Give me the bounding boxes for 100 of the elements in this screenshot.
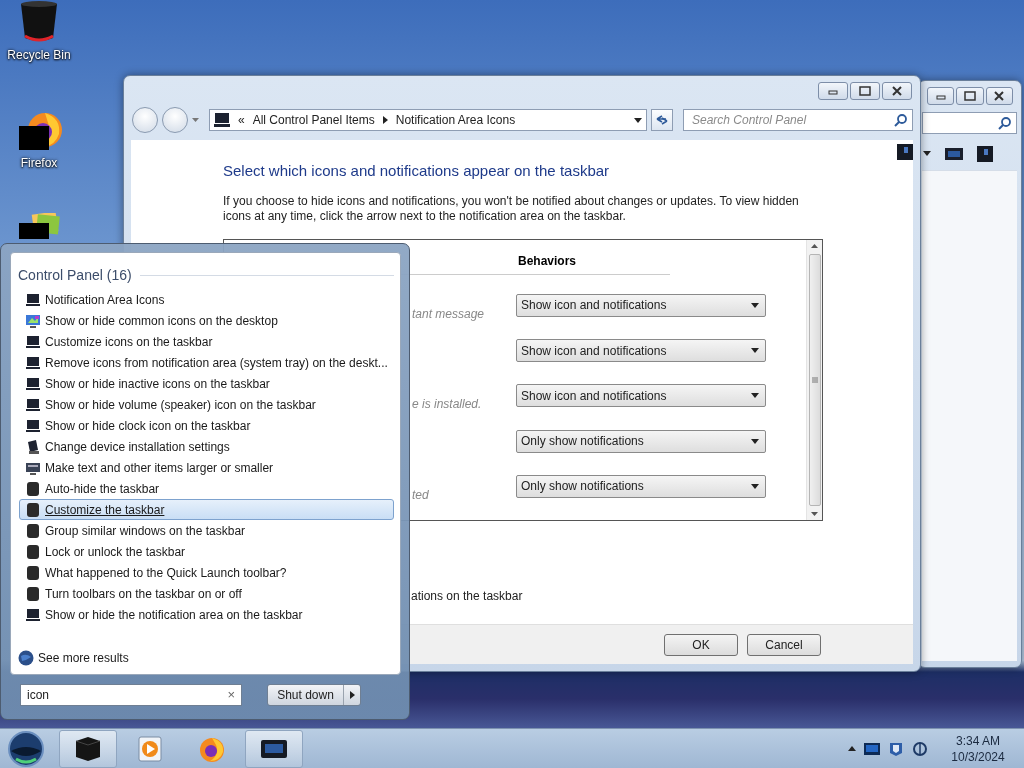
result-item[interactable]: Make text and other items larger or smaller — [19, 457, 394, 478]
result-item[interactable]: Show or hide common icons on the desktop — [19, 310, 394, 331]
desktop-icon[interactable] — [26, 313, 40, 328]
address-bar[interactable]: « All Control Panel Items Notification Area Icons — [209, 109, 647, 131]
breadcrumb[interactable]: All Control Panel Items — [252, 113, 375, 127]
link-text[interactable]: ations on the taskbar — [411, 589, 913, 603]
result-item[interactable]: Group similar windows on the taskbar — [19, 520, 394, 541]
arrow-icon — [349, 691, 355, 699]
back-button[interactable] — [132, 107, 158, 133]
maximize-button[interactable] — [956, 87, 984, 105]
icon-description: tant message — [412, 305, 486, 321]
maximize-icon[interactable] — [857, 85, 873, 97]
result-item[interactable]: Customize icons on the taskbar — [19, 331, 394, 352]
result-item[interactable]: Notification Area Icons — [19, 289, 394, 310]
maximize-icon[interactable] — [962, 90, 978, 102]
behavior-dropdown[interactable]: Show icon and notifications — [516, 384, 766, 408]
result-item[interactable]: Change device installation settings — [19, 436, 394, 457]
caret-icon[interactable] — [751, 348, 759, 354]
app-icon[interactable] — [897, 144, 913, 160]
icon-label: Recycle Bin — [7, 48, 71, 62]
behavior-dropdown[interactable]: Show icon and notifications — [516, 339, 766, 363]
monitor-icon[interactable] — [26, 292, 40, 307]
result-item[interactable]: Remove icons from notification area (system tray) on the deskt... — [19, 352, 394, 373]
close-button[interactable] — [882, 82, 912, 100]
clock-time[interactable]: 3:34 AM — [956, 732, 1000, 749]
taskbar-icon[interactable] — [26, 544, 40, 559]
result-item[interactable]: Auto-hide the taskbar — [19, 478, 394, 499]
flag-icon[interactable] — [888, 740, 904, 757]
caret-icon[interactable] — [751, 393, 759, 399]
icon-label: Firefox — [20, 156, 58, 170]
taskbar-icon[interactable] — [26, 565, 40, 580]
taskbar-icon[interactable] — [26, 502, 40, 517]
start-button[interactable] — [6, 730, 46, 767]
monitor-icon[interactable] — [26, 376, 40, 391]
result-item[interactable]: Show or hide the notification area on the taskbar — [19, 604, 394, 625]
close-icon[interactable] — [889, 85, 905, 97]
group-title: Control Panel (16) — [18, 267, 132, 283]
taskbar-icon[interactable] — [26, 523, 40, 538]
minimize-button[interactable] — [818, 82, 848, 100]
close-button[interactable] — [985, 87, 1013, 105]
computer-icon — [214, 113, 230, 127]
description-text: If you choose to hide icons and notifications, you won't be notified about changes or updates. To view hidden icons at any time, click the arrow next to the notification area on the taskbar. — [223, 194, 800, 224]
result-item[interactable]: Show or hide volume (speaker) icon on the taskbar — [19, 394, 394, 415]
forward-button[interactable] — [162, 107, 188, 133]
arrow-icon[interactable] — [382, 116, 388, 124]
search-field[interactable]: Search Control Panel — [683, 109, 913, 131]
cancel-button[interactable]: Cancel — [747, 633, 821, 656]
grip-icon[interactable] — [811, 377, 818, 383]
taskbar-icon[interactable] — [26, 586, 40, 601]
monitor-icon[interactable] — [26, 607, 40, 622]
scrollbar[interactable] — [806, 240, 822, 520]
monitor-icon[interactable] — [945, 147, 963, 161]
refresh-icon — [655, 114, 669, 126]
search-field[interactable] — [922, 112, 1017, 134]
taskbar-icon[interactable] — [26, 481, 40, 496]
arrow-icon[interactable] — [811, 512, 818, 516]
result-item[interactable]: Turn toolbars on the taskbar on or off — [19, 583, 394, 604]
caret-icon[interactable] — [923, 151, 931, 157]
result-item[interactable]: Show or hide inactive icons on the taskbar — [19, 373, 394, 394]
globe-icon[interactable] — [18, 650, 34, 666]
overflow-chevron[interactable]: « — [238, 113, 245, 127]
result-item[interactable]: What happened to the Quick Launch toolbar? — [19, 562, 394, 583]
icon-description: ted — [412, 486, 430, 502]
result-item[interactable]: Lock or unlock the taskbar — [19, 541, 394, 562]
result-item[interactable]: Customize the taskbar — [19, 499, 394, 520]
search-icon — [998, 116, 1012, 130]
page-heading: Select which icons and notifications appear on the taskbar — [223, 162, 611, 179]
caret-icon[interactable] — [751, 438, 759, 444]
scroll-thumb[interactable] — [808, 254, 821, 506]
monitor-icon[interactable] — [26, 418, 40, 433]
behavior-dropdown[interactable]: Only show notifications — [516, 429, 766, 453]
behavior-dropdown[interactable]: Show icon and notifications — [516, 293, 766, 317]
clear-button[interactable]: × — [227, 687, 235, 702]
clock-date[interactable]: 10/3/2024 — [951, 748, 1005, 765]
minimize-button[interactable] — [927, 87, 955, 105]
monitor-icon[interactable] — [26, 334, 40, 349]
behavior-dropdown[interactable]: Only show notifications — [516, 474, 766, 498]
ok-button[interactable]: OK — [664, 633, 738, 656]
maximize-button[interactable] — [850, 82, 880, 100]
see-more-link[interactable]: See more results — [38, 651, 129, 665]
breadcrumb[interactable]: Notification Area Icons — [395, 113, 516, 127]
display-icon[interactable] — [26, 460, 40, 475]
app-icon[interactable] — [977, 146, 993, 162]
column-header: Behaviors — [518, 254, 578, 270]
monitor-icon[interactable] — [26, 397, 40, 412]
monitor-icon[interactable] — [864, 742, 880, 755]
caret-icon[interactable] — [751, 302, 759, 308]
caret-icon[interactable] — [751, 483, 759, 489]
icon-description: e is installed. — [412, 396, 483, 412]
monitor-icon[interactable] — [26, 355, 40, 370]
search-icon[interactable] — [894, 113, 908, 127]
refresh-button[interactable] — [651, 109, 673, 131]
chevron-icon[interactable] — [848, 746, 856, 751]
arrow-icon[interactable] — [811, 244, 818, 248]
taskbar-button[interactable] — [59, 729, 117, 768]
device-icon[interactable] — [26, 439, 40, 454]
result-item[interactable]: Show or hide clock icon on the taskbar — [19, 415, 394, 436]
caret-icon[interactable] — [634, 117, 642, 123]
network-icon[interactable] — [912, 740, 928, 757]
taskbar-button[interactable] — [245, 729, 303, 768]
